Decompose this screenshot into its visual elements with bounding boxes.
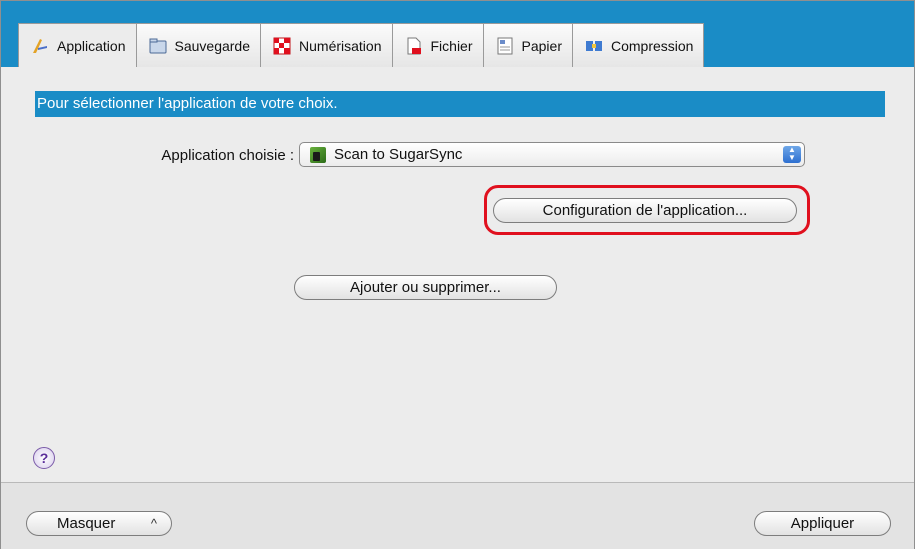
configure-application-button[interactable]: Configuration de l'application... (493, 198, 797, 223)
hide-button[interactable]: Masquer ^ (26, 511, 172, 536)
application-panel: Pour sélectionner l'application de votre… (18, 67, 898, 482)
selected-application: Scan to SugarSync (334, 146, 463, 163)
sugarsync-icon (310, 146, 326, 163)
tab-application[interactable]: Application (18, 23, 137, 67)
compression-icon (585, 37, 603, 55)
footer-bar: Masquer ^ Appliquer (1, 482, 914, 549)
scan-icon (273, 37, 291, 55)
tab-label: Papier (521, 37, 562, 54)
tab-numerisation[interactable]: Numérisation (260, 23, 393, 67)
hide-button-label: Masquer (57, 515, 116, 532)
add-remove-button[interactable]: Ajouter ou supprimer... (294, 275, 557, 300)
tab-bar: Application Sauvegarde Numérisation Fich… (1, 9, 914, 67)
apply-button[interactable]: Appliquer (754, 511, 891, 536)
tab-label: Fichier (430, 37, 473, 54)
application-label: Application choisie : (161, 147, 294, 164)
tab-papier[interactable]: Papier (482, 23, 573, 67)
tab-label: Compression (610, 37, 694, 54)
title-strip (1, 1, 914, 9)
tab-label: Application (57, 37, 126, 54)
paper-icon (496, 37, 514, 55)
select-arrows-icon: ▲ ▼ (783, 146, 801, 163)
scan-settings-window: Application Sauvegarde Numérisation Fich… (0, 0, 915, 549)
application-icon (31, 37, 49, 55)
help-icon[interactable]: ? (33, 447, 55, 469)
tab-compression[interactable]: Compression (571, 23, 705, 67)
tab-label: Numérisation (299, 37, 382, 54)
chevron-up-icon: ^ (150, 516, 157, 531)
tab-list: Application Sauvegarde Numérisation Fich… (18, 23, 705, 67)
tab-label: Sauvegarde (174, 37, 251, 54)
folder-icon (149, 37, 167, 55)
application-select[interactable]: Scan to SugarSync ▲ ▼ (299, 142, 805, 167)
tab-fichier[interactable]: Fichier (391, 23, 484, 67)
file-icon (405, 37, 423, 55)
tab-sauvegarde[interactable]: Sauvegarde (135, 23, 262, 67)
section-banner: Pour sélectionner l'application de votre… (35, 91, 885, 117)
